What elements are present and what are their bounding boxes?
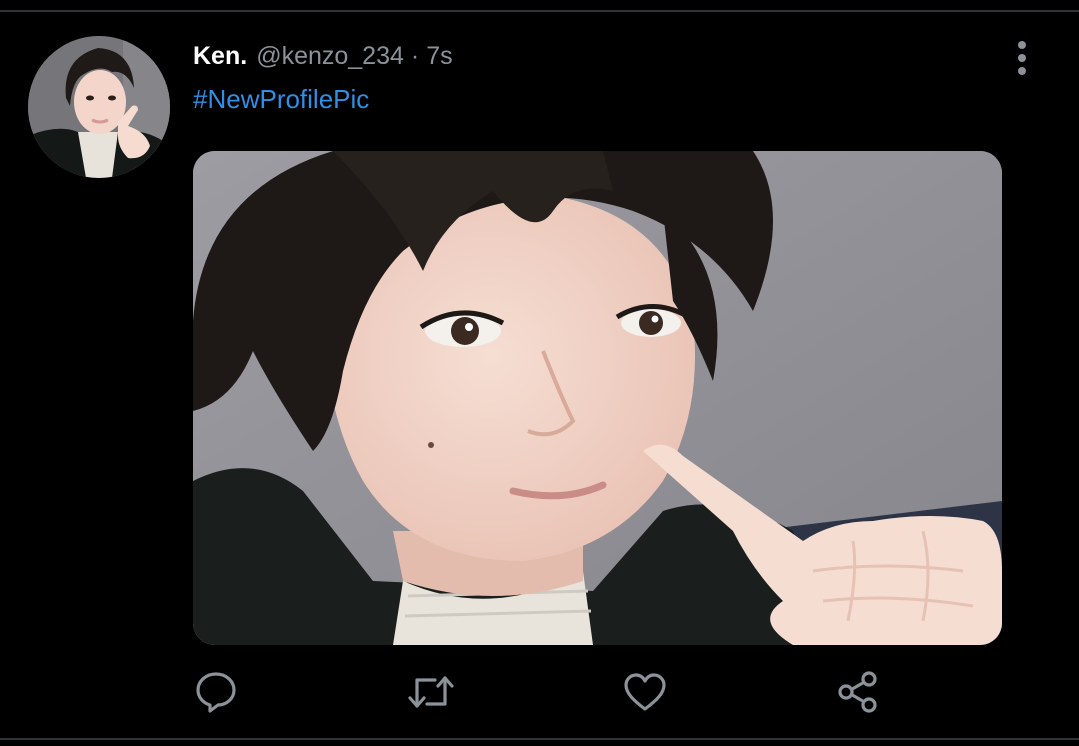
heart-icon: [623, 672, 667, 717]
retweet-button[interactable]: [407, 670, 455, 718]
retweet-icon: [407, 672, 455, 717]
share-button[interactable]: [834, 670, 882, 718]
comment-icon: [194, 670, 238, 719]
separator-dot: ·: [410, 42, 420, 70]
display-name[interactable]: Ken.: [193, 42, 247, 71]
avatar[interactable]: [28, 36, 170, 178]
hashtag-link[interactable]: #NewProfilePic: [193, 84, 369, 115]
more-vertical-icon: [1016, 40, 1028, 81]
tweet-photo[interactable]: [193, 151, 1002, 645]
bottom-divider: [0, 738, 1079, 740]
more-options-button[interactable]: [1004, 40, 1040, 80]
tweet-header: Ken. @kenzo_234 · 7s: [193, 42, 453, 76]
timestamp[interactable]: 7s: [426, 42, 452, 71]
like-button[interactable]: [621, 670, 669, 718]
share-icon: [835, 670, 881, 719]
user-handle[interactable]: @kenzo_234: [256, 42, 404, 71]
tweet-card[interactable]: Ken. @kenzo_234 · 7s #NewProfilePic: [0, 12, 1079, 738]
reply-button[interactable]: [192, 670, 240, 718]
